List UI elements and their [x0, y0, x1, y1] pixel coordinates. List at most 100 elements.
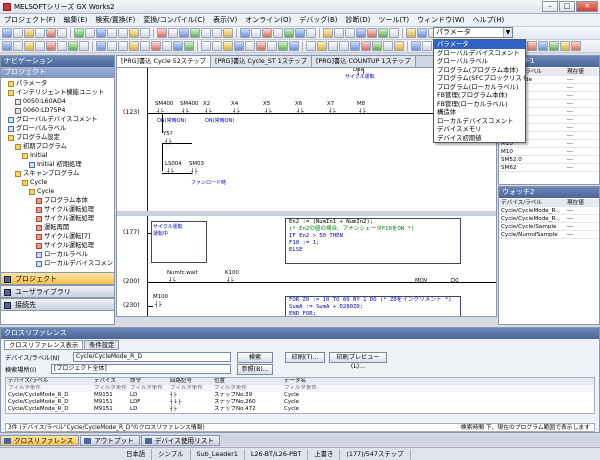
- toolbar-icon[interactable]: [422, 41, 432, 51]
- print-preview-button[interactable]: 印刷プレビュー(L)...: [329, 352, 387, 370]
- browse-button[interactable]: 参照(B)...: [237, 364, 273, 375]
- toolbar-icon[interactable]: [306, 41, 316, 51]
- xref-tab[interactable]: クロスリファレンス表示: [4, 340, 84, 350]
- toolbar-icon[interactable]: [173, 41, 183, 51]
- toolbar-icon[interactable]: [273, 28, 283, 38]
- search-target-combo[interactable]: パラメータ ▼: [433, 27, 513, 38]
- toolbar-icon[interactable]: [201, 28, 211, 38]
- toolbar-icon[interactable]: [212, 41, 222, 51]
- toolbar-icon[interactable]: [223, 41, 233, 51]
- toolbar-icon[interactable]: [378, 28, 388, 38]
- dropdown-option[interactable]: プログラム(SFCブロックリスト): [434, 74, 525, 83]
- tree-item[interactable]: Cycle: [1, 178, 114, 187]
- menu-item[interactable]: プロジェクト(F): [0, 15, 60, 25]
- toolbar-icon[interactable]: [289, 41, 299, 51]
- dropdown-option[interactable]: プログラム(ローカルラベル): [434, 83, 525, 92]
- contact-symbol[interactable]: ┤├: [165, 139, 172, 145]
- editor-tab[interactable]: [PRG]書込 Cycle_ST 1ステップ: [210, 56, 312, 67]
- dropdown-option[interactable]: FB管理(プログラム本体): [434, 91, 525, 100]
- menu-item[interactable]: 変換/コンパイル(C): [139, 15, 209, 25]
- dock-tab[interactable]: アウトプット: [80, 434, 140, 446]
- dropdown-option[interactable]: パラメータ: [434, 40, 525, 49]
- grid-row[interactable]: SM52.0 ---: [499, 156, 599, 164]
- toolbar-icon[interactable]: [560, 41, 570, 51]
- dropdown-option[interactable]: グローバルデバイスコメント: [434, 49, 525, 58]
- toolbar-icon[interactable]: [240, 28, 250, 38]
- device-input[interactable]: Cycle/CycleMode_R_D: [73, 352, 231, 362]
- contact-symbol[interactable]: ┤├: [205, 109, 212, 115]
- tree-item[interactable]: 0050:L60AD4: [1, 97, 114, 106]
- tree-item[interactable]: プログラム設定: [1, 133, 114, 142]
- dropdown-option[interactable]: デバイスメモリ: [434, 125, 525, 134]
- toolbar-icon[interactable]: [251, 28, 261, 38]
- contact-symbol[interactable]: ┤├: [155, 302, 162, 308]
- tree-item[interactable]: グローバルデバイスコメント: [1, 115, 114, 124]
- toolbar-icon[interactable]: [411, 41, 421, 51]
- toolbar-icon[interactable]: [295, 28, 305, 38]
- toolbar-icon[interactable]: [339, 41, 349, 51]
- toolbar-icon[interactable]: [190, 28, 200, 38]
- toolbar-icon[interactable]: [118, 28, 128, 38]
- tree-item[interactable]: サイクル運転処理: [1, 241, 114, 250]
- toolbar-icon[interactable]: [367, 28, 377, 38]
- print-button[interactable]: 印刷(T)...: [285, 352, 325, 363]
- toolbar-icon[interactable]: [74, 28, 84, 38]
- xref-filter-row[interactable]: フィルタ条件 フィルタ条件 フィルタ条件 フィルタ条件 フィルタ条件 フィルタ条件: [6, 385, 594, 392]
- menu-item[interactable]: ヘルプ(H): [468, 15, 508, 25]
- toolbar-icon[interactable]: [85, 28, 95, 38]
- contact-symbol[interactable]: ┤├: [191, 169, 198, 175]
- toolbar-icon[interactable]: [24, 28, 34, 38]
- dock-tab[interactable]: クロスリファレンス: [0, 434, 80, 446]
- contact-symbol[interactable]: ┤├: [297, 109, 304, 115]
- dropdown-option[interactable]: デバイス初期値: [434, 134, 525, 143]
- toolbar-icon[interactable]: [179, 28, 189, 38]
- tree-item[interactable]: ローカルデバイスコメント: [1, 259, 114, 268]
- toolbar-icon[interactable]: [538, 41, 548, 51]
- toolbar-icon[interactable]: [328, 41, 338, 51]
- contact-symbol[interactable]: ┤├: [233, 109, 240, 115]
- contact-symbol[interactable]: ┤├: [169, 278, 176, 284]
- menu-item[interactable]: 診断(D): [341, 15, 374, 25]
- tree-item[interactable]: Cycle: [1, 187, 114, 196]
- toolbar-icon[interactable]: [46, 41, 56, 51]
- menu-item[interactable]: ウィンドウ(W): [413, 15, 468, 25]
- menu-item[interactable]: 表示(V): [209, 15, 241, 25]
- toolbar-icon[interactable]: [129, 41, 139, 51]
- search-button[interactable]: 検索: [237, 352, 273, 363]
- nav-button[interactable]: プロジェクト: [0, 272, 115, 285]
- nav-button[interactable]: 接続先: [0, 298, 115, 311]
- nav-button[interactable]: ユーザライブラリ: [0, 285, 115, 298]
- tree-item[interactable]: サイクル運転処理: [1, 214, 114, 223]
- grid-row[interactable]: M10 ---: [499, 148, 599, 156]
- tree-item[interactable]: Initial: [1, 151, 114, 160]
- menu-item[interactable]: オンライン(O): [241, 15, 295, 25]
- toolbar-icon[interactable]: [549, 41, 559, 51]
- tree-item[interactable]: インテリジェント機能ユニット: [1, 88, 114, 97]
- toolbar-icon[interactable]: [68, 41, 78, 51]
- toolbar-icon[interactable]: [107, 28, 117, 38]
- toolbar-icon[interactable]: [372, 41, 382, 51]
- toolbar-icon[interactable]: [140, 41, 150, 51]
- toolbar-icon[interactable]: [323, 28, 333, 38]
- tree-item[interactable]: スキャンプログラム: [1, 169, 114, 178]
- toolbar-icon[interactable]: [201, 41, 211, 51]
- contact-symbol[interactable]: ┤├: [359, 109, 366, 115]
- xref-row[interactable]: Cycle/CycleMode_R_D M9151 LD ┤├ ステップNo.39 Cyc…: [6, 392, 594, 399]
- tree-item[interactable]: 初期プログラム: [1, 142, 114, 151]
- toolbar-icon[interactable]: [24, 41, 34, 51]
- toolbar-icon[interactable]: [168, 28, 178, 38]
- toolbar-icon[interactable]: [57, 28, 67, 38]
- toolbar-icon[interactable]: [350, 41, 360, 51]
- toolbar-icon[interactable]: [107, 41, 117, 51]
- grid-row[interactable]: Cycle/NumofSample ---: [499, 231, 599, 239]
- toolbar-icon[interactable]: [334, 28, 344, 38]
- grid-row[interactable]: Cycle/CycleMode_R... ---: [499, 215, 599, 223]
- tree-item[interactable]: グローバルラベル: [1, 124, 114, 133]
- toolbar-icon[interactable]: [13, 41, 23, 51]
- maximize-button[interactable]: □: [559, 1, 575, 12]
- toolbar-icon[interactable]: [394, 41, 404, 51]
- toolbar-icon[interactable]: [129, 28, 139, 38]
- grid-row[interactable]: Cycle/Cycle/Sample ---: [499, 223, 599, 231]
- dropdown-option[interactable]: プログラム(プログラム本体): [434, 66, 525, 75]
- toolbar-icon[interactable]: [157, 28, 167, 38]
